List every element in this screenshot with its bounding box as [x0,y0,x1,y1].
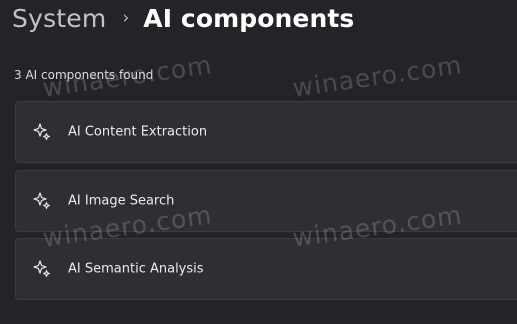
watermark: winaero.com [290,50,465,103]
sparkle-icon [33,260,51,278]
components-count: 3 AI components found [14,68,154,82]
component-label: AI Content Extraction [68,124,208,140]
breadcrumb-separator: › [122,7,130,28]
component-label: AI Image Search [68,193,175,209]
component-label: AI Semantic Analysis [68,261,204,277]
list-item-ai-image-search[interactable]: AI Image Search [15,170,517,232]
page-title: AI components [143,4,355,33]
breadcrumb-system-link[interactable]: System [12,4,106,33]
breadcrumb: System › AI components [12,4,354,33]
sparkle-icon [33,192,51,210]
sparkle-icon [33,123,51,141]
list-item-ai-content-extraction[interactable]: AI Content Extraction [15,101,517,163]
list-item-ai-semantic-analysis[interactable]: AI Semantic Analysis [15,238,517,300]
